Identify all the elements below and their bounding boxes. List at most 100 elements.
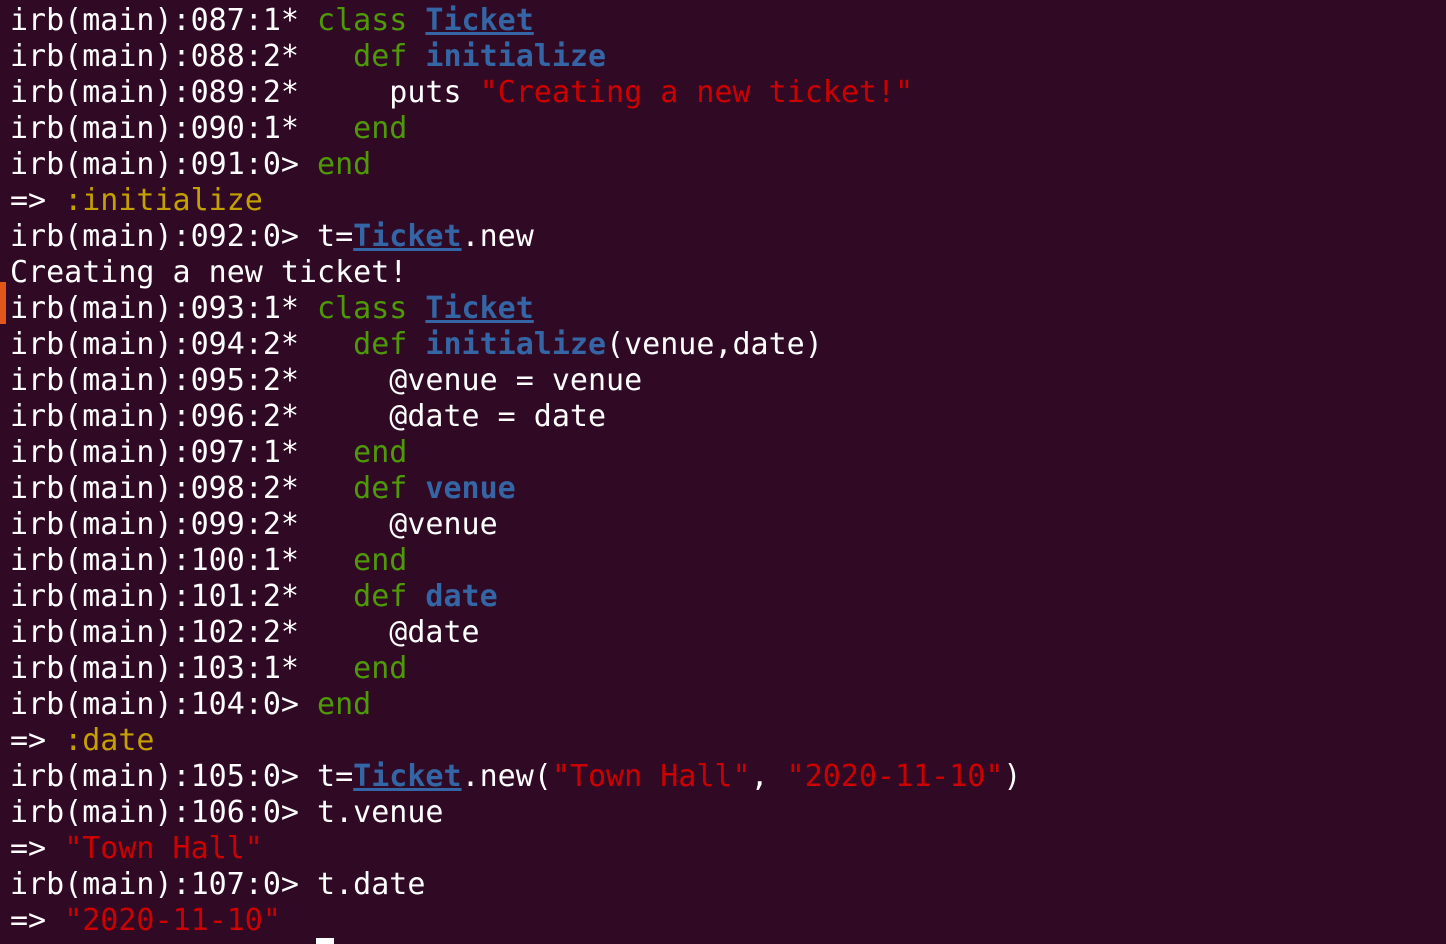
class-name: Ticket: [353, 759, 462, 794]
irb-prompt: irb(main):104:0>: [10, 687, 318, 722]
code-text: t.venue: [317, 795, 444, 830]
irb-prompt: irb(main):103:1*: [10, 651, 318, 686]
irb-prompt: irb(main):099:2*: [10, 507, 318, 542]
irb-prompt: irb(main):088:2*: [10, 39, 318, 74]
terminal-line: irb(main):092:0> t=Ticket.new: [10, 219, 1021, 255]
terminal-line: irb(main):102:2* @date: [10, 615, 1021, 651]
terminal-line: => :date: [10, 723, 1021, 759]
string-literal: "2020-11-10": [64, 903, 281, 938]
code-text: t.date: [317, 867, 426, 902]
class-name: Ticket: [353, 219, 462, 254]
irb-prompt: irb(main):106:0>: [10, 795, 318, 830]
code-text: .new: [461, 219, 534, 254]
result-arrow: =>: [10, 831, 65, 866]
terminal-line: irb(main):091:0> end: [10, 147, 1021, 183]
method-name: initialize: [425, 39, 607, 74]
code-text: ): [1003, 759, 1022, 794]
irb-prompt: irb(main):107:0>: [10, 867, 318, 902]
irb-prompt: irb(main):089:2*: [10, 75, 318, 110]
terminal-line: => :initialize: [10, 183, 1021, 219]
ruby-keyword: end: [353, 435, 408, 470]
ruby-keyword: def: [353, 39, 408, 74]
terminal-line: irb(main):087:1* class Ticket: [10, 3, 1021, 39]
ruby-keyword: end: [353, 111, 408, 146]
ruby-keyword: end: [317, 147, 372, 182]
text-cursor: [316, 938, 334, 944]
ruby-keyword: end: [317, 687, 372, 722]
string-literal: "2020-11-10": [786, 759, 1004, 794]
class-name: Ticket: [425, 3, 534, 38]
result-arrow: =>: [10, 903, 65, 938]
terminal-line: irb(main):107:0> t.date: [10, 867, 1021, 903]
code-text: Creating a new ticket!: [10, 255, 408, 290]
result-arrow: =>: [10, 183, 65, 218]
terminal-line: irb(main):088:2* def initialize: [10, 39, 1021, 75]
irb-prompt: irb(main):087:1*: [10, 3, 318, 38]
irb-prompt: irb(main):092:0>: [10, 219, 318, 254]
terminal-line: irb(main):094:2* def initialize(venue,da…: [10, 327, 1021, 363]
code-text: t=: [317, 219, 354, 254]
ruby-keyword: class: [317, 291, 408, 326]
method-name: date: [425, 579, 498, 614]
method-name: venue: [425, 471, 516, 506]
irb-prompt: irb(main):102:2*: [10, 615, 318, 650]
ruby-keyword: class: [317, 3, 408, 38]
code-text: @date = date: [317, 399, 607, 434]
irb-prompt: irb(main):091:0>: [10, 147, 318, 182]
code-text: t=: [317, 759, 354, 794]
scroll-edge-marker: [0, 282, 6, 324]
code-text: @venue = venue: [317, 363, 643, 398]
irb-prompt: irb(main):094:2*: [10, 327, 318, 362]
ruby-keyword: def: [353, 579, 408, 614]
terminal-line: irb(main):098:2* def venue: [10, 471, 1021, 507]
terminal-line: irb(main):103:1* end: [10, 651, 1021, 687]
terminal-line: irb(main):090:1* end: [10, 111, 1021, 147]
code-text: .new(: [461, 759, 552, 794]
symbol-result: :date: [64, 723, 155, 758]
terminal-line: irb(main):095:2* @venue = venue: [10, 363, 1021, 399]
string-literal: "Town Hall": [64, 831, 263, 866]
terminal-line: irb(main):096:2* @date = date: [10, 399, 1021, 435]
code-text: (venue,date): [606, 327, 823, 362]
irb-prompt: irb(main):098:2*: [10, 471, 318, 506]
irb-prompt: irb(main):101:2*: [10, 579, 318, 614]
irb-prompt: irb(main):095:2*: [10, 363, 318, 398]
terminal-line: irb(main):106:0> t.venue: [10, 795, 1021, 831]
irb-prompt: irb(main):090:1*: [10, 111, 318, 146]
string-literal: "Creating a new ticket!": [479, 75, 914, 110]
terminal-line: irb(main):101:2* def date: [10, 579, 1021, 615]
irb-prompt: irb(main):093:1*: [10, 291, 318, 326]
result-arrow: =>: [10, 723, 65, 758]
symbol-result: :initialize: [64, 183, 263, 218]
ruby-keyword: end: [353, 543, 408, 578]
terminal-output: irb(main):087:1* class Ticket irb(main):0…: [10, 3, 1021, 939]
terminal-window[interactable]: irb(main):087:1* class Ticket irb(main):0…: [0, 0, 1446, 944]
ruby-keyword: end: [353, 651, 408, 686]
terminal-line: irb(main):105:0> t=Ticket.new("Town Hall…: [10, 759, 1021, 795]
code-text: ,: [750, 759, 787, 794]
irb-prompt: irb(main):097:1*: [10, 435, 318, 470]
irb-prompt: irb(main):105:0>: [10, 759, 318, 794]
code-text: @venue: [317, 507, 498, 542]
code-text: puts: [317, 75, 480, 110]
terminal-line: irb(main):099:2* @venue: [10, 507, 1021, 543]
code-text: @date: [317, 615, 480, 650]
terminal-line: irb(main):104:0> end: [10, 687, 1021, 723]
irb-prompt: irb(main):100:1*: [10, 543, 318, 578]
terminal-line: => "Town Hall": [10, 831, 1021, 867]
terminal-line: => "2020-11-10": [10, 903, 1021, 939]
terminal-line: irb(main):093:1* class Ticket: [10, 291, 1021, 327]
